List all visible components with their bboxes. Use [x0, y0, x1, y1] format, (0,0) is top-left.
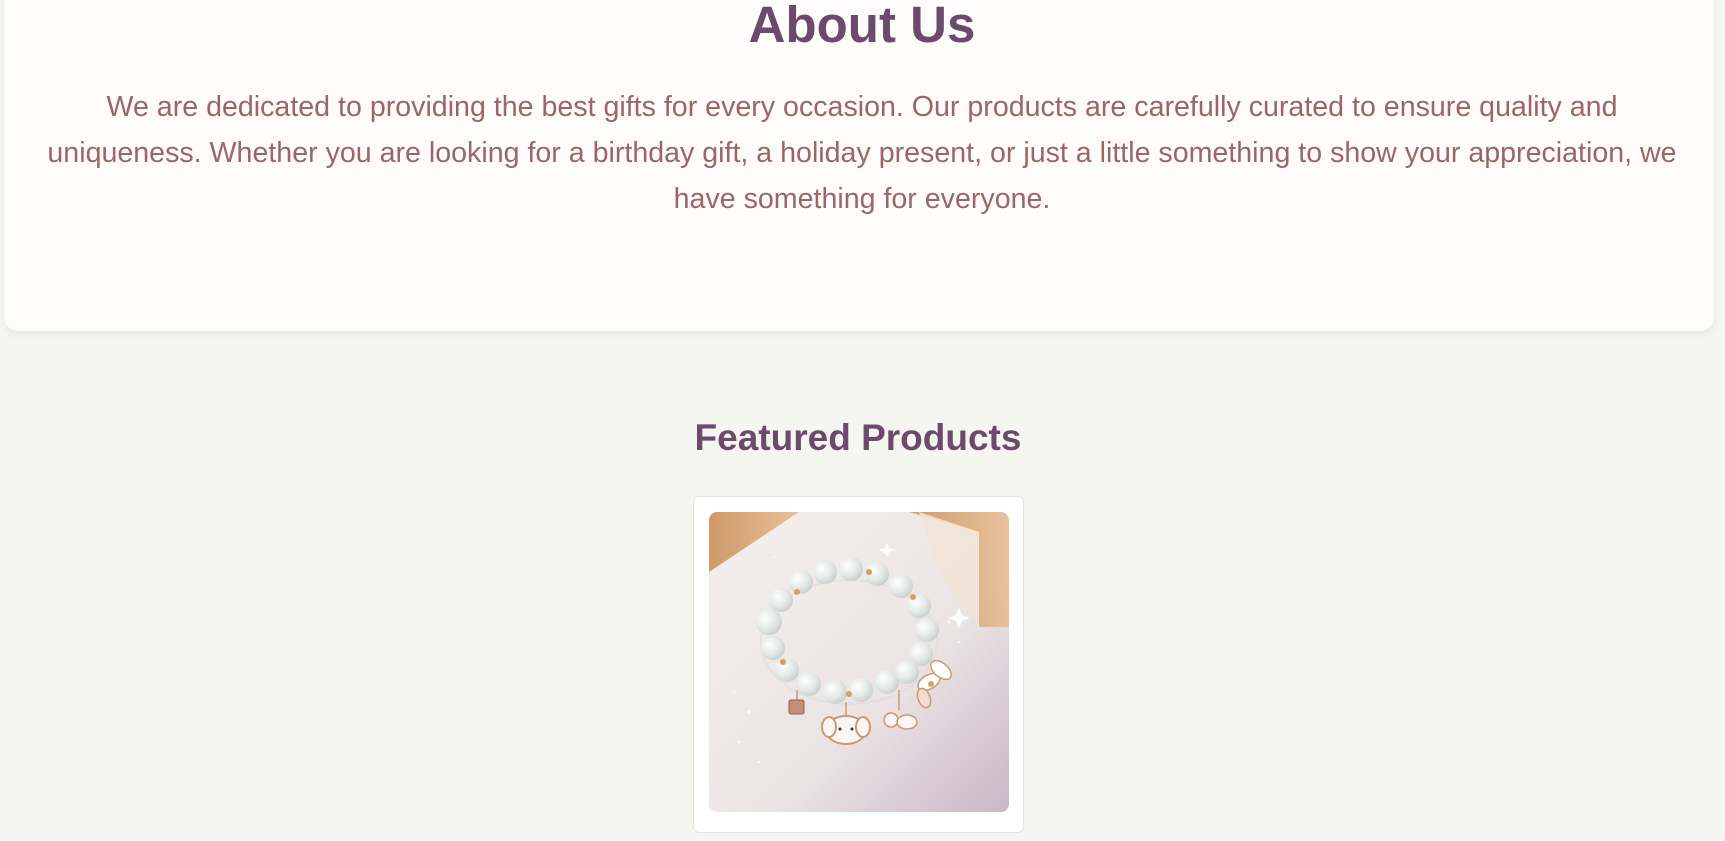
featured-products-title: Featured Products	[694, 417, 1022, 458]
about-title: About Us	[748, 0, 976, 53]
about-section: About Us We are dedicated to providing t…	[4, 0, 1714, 331]
bracelet-illustration	[709, 512, 1009, 812]
bracelet-product-photo[interactable]	[709, 512, 1009, 812]
product-card[interactable]	[693, 496, 1024, 833]
about-description: We are dedicated to providing the best g…	[47, 91, 1677, 215]
